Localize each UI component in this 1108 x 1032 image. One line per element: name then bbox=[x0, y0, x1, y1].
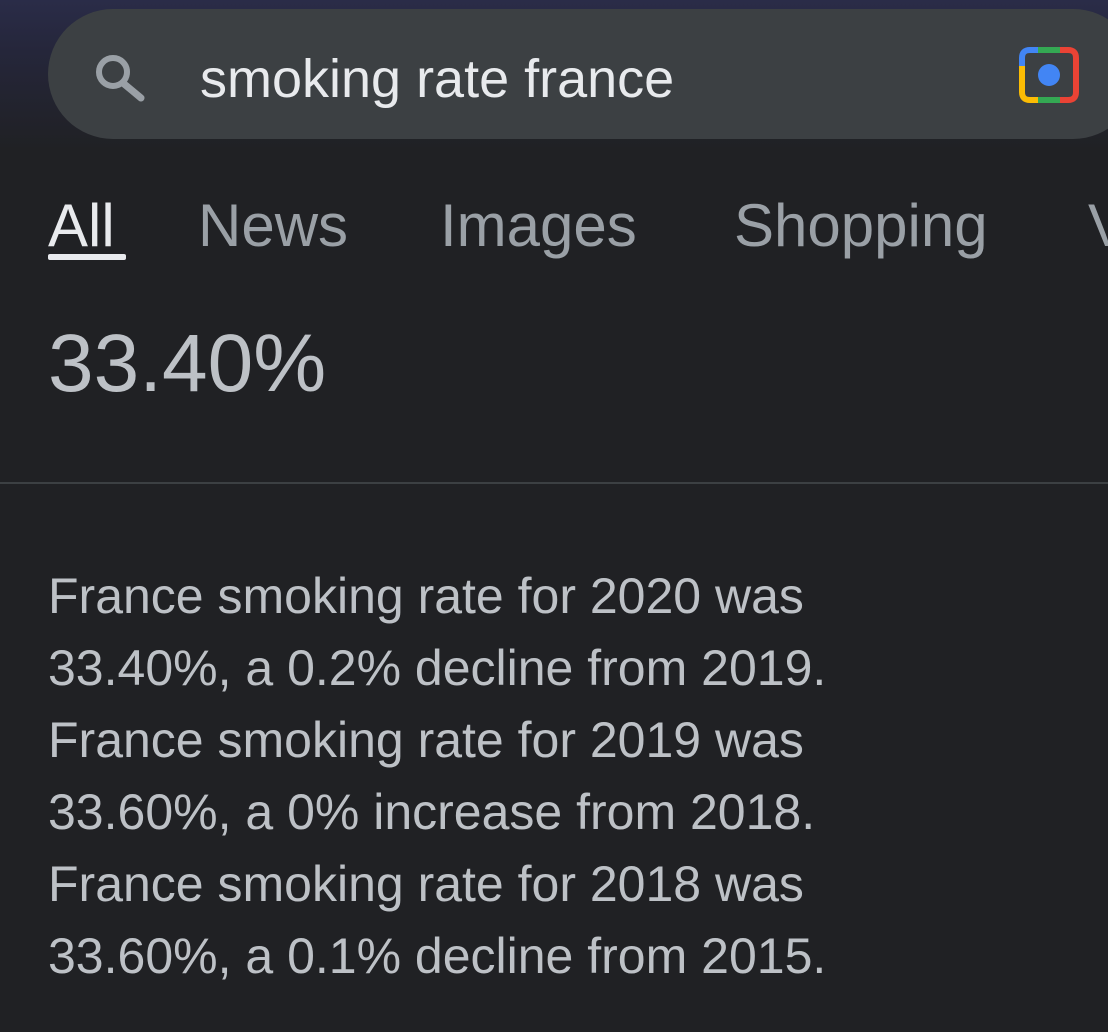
tab-videos[interactable]: V bbox=[1088, 190, 1108, 262]
snippet-line: France smoking rate for 2018 was bbox=[48, 856, 804, 912]
featured-snippet-text: France smoking rate for 2020 was 33.40%,… bbox=[48, 560, 1088, 992]
snippet-line: 33.60%, a 0.1% decline from 2015. bbox=[48, 928, 827, 984]
snippet-line: France smoking rate for 2020 was bbox=[48, 568, 804, 624]
snippet-line: 33.60%, a 0% increase from 2018. bbox=[48, 784, 816, 840]
divider bbox=[0, 482, 1108, 484]
tab-shopping[interactable]: Shopping bbox=[734, 190, 988, 262]
snippet-line: France smoking rate for 2019 was bbox=[48, 712, 804, 768]
snippet-line: 33.40%, a 0.2% decline from 2019. bbox=[48, 640, 827, 696]
tab-images[interactable]: Images bbox=[440, 190, 637, 262]
search-tabs: All News Images Shopping V bbox=[0, 190, 1108, 270]
tab-news[interactable]: News bbox=[198, 190, 348, 262]
google-lens-icon[interactable] bbox=[1018, 46, 1080, 104]
tab-all[interactable]: All bbox=[48, 190, 115, 262]
search-icon[interactable] bbox=[92, 52, 148, 102]
search-input[interactable]: smoking rate france bbox=[200, 46, 674, 112]
featured-answer-value: 33.40% bbox=[48, 318, 327, 409]
tab-all-underline bbox=[48, 254, 126, 260]
